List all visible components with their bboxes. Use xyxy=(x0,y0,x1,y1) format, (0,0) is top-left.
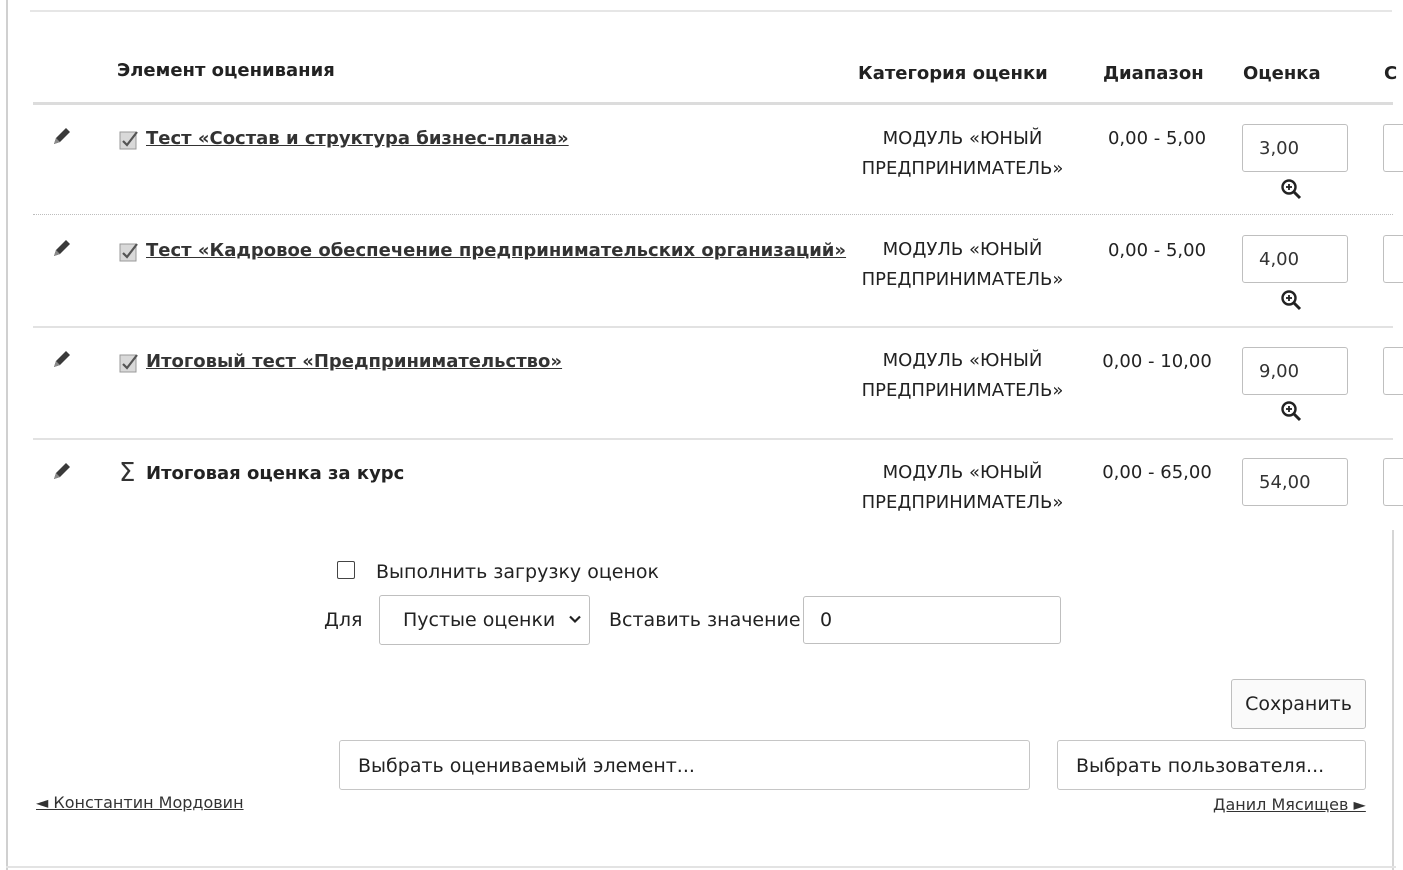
next-user-link[interactable]: Данил Мясищев ► xyxy=(1213,795,1366,814)
category-line: ПРЕДПРИНИМАТЕЛЬ» xyxy=(861,380,1064,401)
insert-value-input[interactable] xyxy=(803,596,1061,644)
grade-input[interactable] xyxy=(1242,347,1348,395)
header-item: Элемент оценивания xyxy=(117,60,335,81)
chevron-down-icon xyxy=(569,615,581,624)
sigma-icon: Σ xyxy=(119,458,136,488)
grade-range: 0,00 - 5,00 xyxy=(1107,240,1207,261)
grade-input[interactable] xyxy=(1242,124,1348,172)
grade-category: МОДУЛЬ «ЮНЫЙ ПРЕДПРИНИМАТЕЛЬ» xyxy=(850,458,1075,518)
grade-item-link[interactable]: Тест «Состав и структура бизнес-плана» xyxy=(146,128,569,149)
pencil-icon[interactable] xyxy=(50,459,74,483)
frame-border-bottom xyxy=(6,866,1396,868)
category-line: МОДУЛЬ «ЮНЫЙ xyxy=(882,239,1043,260)
quiz-icon xyxy=(119,131,138,150)
category-line: ПРЕДПРИНИМАТЕЛЬ» xyxy=(861,158,1064,179)
category-line: МОДУЛЬ «ЮНЫЙ xyxy=(882,462,1043,483)
grade-category: МОДУЛЬ «ЮНЫЙ ПРЕДПРИНИМАТЕЛЬ» xyxy=(850,124,1075,184)
grade-category: МОДУЛЬ «ЮНЫЙ ПРЕДПРИНИМАТЕЛЬ» xyxy=(850,235,1075,295)
grade-item-link[interactable]: Итоговый тест «Предпринимательство» xyxy=(146,351,562,372)
grade-item-link[interactable]: Тест «Кадровое обеспечение предпринимате… xyxy=(146,240,846,261)
feedback-input-partial[interactable] xyxy=(1383,347,1403,395)
frame-border-left xyxy=(6,0,8,870)
header-grade: Оценка xyxy=(1243,63,1321,84)
frame-border-top xyxy=(30,10,1392,12)
grade-range: 0,00 - 65,00 xyxy=(1102,462,1212,483)
grade-item-picker-label: Выбрать оцениваемый элемент... xyxy=(358,755,695,777)
zoom-icon[interactable] xyxy=(1280,178,1302,200)
zoom-icon[interactable] xyxy=(1280,289,1302,311)
insert-value-label: Вставить значение xyxy=(609,609,801,631)
feedback-input-partial[interactable] xyxy=(1383,235,1403,283)
zoom-icon[interactable] xyxy=(1280,400,1302,422)
grade-item-picker[interactable]: Выбрать оцениваемый элемент... xyxy=(339,740,1030,790)
grade-category: МОДУЛЬ «ЮНЫЙ ПРЕДПРИНИМАТЕЛЬ» xyxy=(850,346,1075,406)
pencil-icon[interactable] xyxy=(50,347,74,371)
header-category: Категория оценки xyxy=(858,63,1048,84)
row-divider xyxy=(33,438,1393,440)
quiz-icon xyxy=(119,354,138,373)
user-picker-label: Выбрать пользователя... xyxy=(1076,755,1325,777)
for-label: Для xyxy=(324,609,363,631)
header-range: Диапазон xyxy=(1103,63,1204,84)
previous-user-link[interactable]: ◄ Константин Мордовин xyxy=(36,793,244,812)
bulk-insert-select-value: Пустые оценки xyxy=(403,609,556,631)
feedback-input-partial[interactable] xyxy=(1383,124,1403,172)
header-next-column: С xyxy=(1384,63,1398,84)
quiz-icon xyxy=(119,243,138,262)
course-total-label: Итоговая оценка за курс xyxy=(146,463,405,484)
frame-border-right xyxy=(1392,530,1394,870)
grade-range: 0,00 - 5,00 xyxy=(1107,128,1207,149)
pencil-icon[interactable] xyxy=(50,124,74,148)
pencil-icon[interactable] xyxy=(50,236,74,260)
save-button[interactable]: Сохранить xyxy=(1231,679,1366,729)
category-line: МОДУЛЬ «ЮНЫЙ xyxy=(882,350,1043,371)
row-divider xyxy=(33,214,1393,215)
grade-input[interactable] xyxy=(1242,458,1348,506)
grade-range: 0,00 - 10,00 xyxy=(1102,351,1212,372)
header-divider xyxy=(33,102,1393,105)
category-line: ПРЕДПРИНИМАТЕЛЬ» xyxy=(861,492,1064,513)
user-picker[interactable]: Выбрать пользователя... xyxy=(1057,740,1366,790)
bulk-insert-label: Выполнить загрузку оценок xyxy=(376,561,659,583)
row-divider xyxy=(33,326,1393,328)
feedback-input-partial[interactable] xyxy=(1383,458,1403,506)
grade-input[interactable] xyxy=(1242,235,1348,283)
category-line: МОДУЛЬ «ЮНЫЙ xyxy=(882,128,1043,149)
category-line: ПРЕДПРИНИМАТЕЛЬ» xyxy=(861,269,1064,290)
bulk-insert-checkbox[interactable] xyxy=(337,561,355,579)
